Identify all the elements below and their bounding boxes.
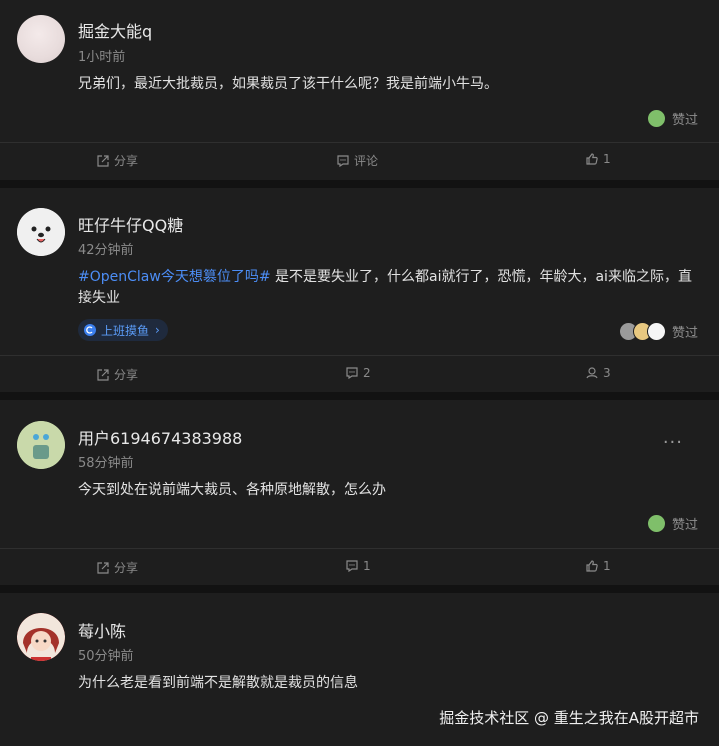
divider [0,548,719,549]
post-time: 58分钟前 [78,456,134,471]
topic-label: 上班摸鱼 [101,323,150,338]
user-avatar[interactable] [17,613,65,661]
user-avatar-icon [17,613,65,661]
comment-button[interactable]: 1 [345,559,371,573]
liked-label: 赞过 [671,518,698,533]
share-icon [97,561,109,574]
topic-tag[interactable]: 上班摸鱼 › [78,319,168,341]
username[interactable]: 掘金大能q [78,18,152,42]
comment-label: 评论 [354,154,379,168]
post-card-2: 旺仔牛仔QQ糖 42分钟前 #OpenClaw今天想篡位了吗# 是不是要失业了，… [0,188,719,392]
post-card-3: 用户6194674383988 58分钟前 ··· 今天到处在说前端大裁员、各种… [0,400,719,585]
post-time: 42分钟前 [78,243,134,258]
watermark: 掘金技术社区 @ 重生之我在A股开超市 [439,709,699,727]
comment-button[interactable]: 2 [345,366,371,380]
share-button[interactable]: 分享 [96,152,138,169]
liked-label: 赞过 [671,326,698,341]
post-content[interactable]: 兄弟们，最近大批裁员，如果裁员了该干什么呢？我是前端小牛马。 [78,74,703,95]
liker-avatar [646,514,666,533]
share-label: 分享 [114,368,139,382]
username[interactable]: 用户6194674383988 [78,425,242,449]
divider [0,355,719,356]
post-content[interactable]: 今天到处在说前端大裁员、各种原地解散，怎么办 [78,480,703,501]
share-label: 分享 [114,154,139,168]
liked-users-icon [586,367,598,379]
like-count: 1 [603,559,611,573]
user-avatar[interactable] [17,15,65,63]
hashtag-link[interactable]: #OpenClaw今天想篡位了吗# [78,269,271,285]
like-button[interactable]: 1 [585,152,611,166]
more-options-button[interactable]: ··· [663,432,683,453]
post-content[interactable]: 为什么老是看到前端不是解散就是裁员的信息 [78,673,703,694]
like-count: 3 [603,366,611,380]
username[interactable]: 莓小陈 [78,618,126,642]
post-time: 50分钟前 [78,649,134,664]
liker-avatar [646,109,666,128]
post-time: 1小时前 [78,50,126,65]
thumbs-up-icon [586,153,598,165]
topic-icon [84,324,96,336]
liker-avatar [646,322,666,341]
user-avatar[interactable] [17,421,65,469]
share-button[interactable]: 分享 [96,366,138,383]
like-button[interactable]: 3 [585,366,611,380]
dog-avatar-icon [17,208,65,256]
liked-label: 赞过 [671,113,698,128]
share-icon [97,154,109,167]
comment-icon [337,154,349,167]
username[interactable]: 旺仔牛仔QQ糖 [78,212,183,236]
user-avatar-icon [17,421,65,469]
comment-button[interactable]: 评论 [336,152,378,169]
divider [0,142,719,143]
share-label: 分享 [114,561,139,575]
chevron-right-icon: › [155,323,160,337]
liked-by: 赞过 [646,514,698,533]
liked-by: 赞过 [646,109,698,128]
like-button[interactable]: 1 [585,559,611,573]
thumbs-up-icon [586,560,598,572]
share-icon [97,368,109,381]
share-button[interactable]: 分享 [96,559,138,576]
post-content[interactable]: #OpenClaw今天想篡位了吗# 是不是要失业了，什么都ai就行了，恐慌，年龄… [78,267,703,309]
comment-count: 2 [363,366,371,380]
comment-icon [346,367,358,380]
liked-by: 赞过 [618,322,698,341]
user-avatar[interactable] [17,208,65,256]
comment-icon [346,560,358,573]
post-card-1: 掘金大能q 1小时前 兄弟们，最近大批裁员，如果裁员了该干什么呢？我是前端小牛马… [0,0,719,180]
like-count: 1 [603,152,611,166]
comment-count: 1 [363,559,371,573]
